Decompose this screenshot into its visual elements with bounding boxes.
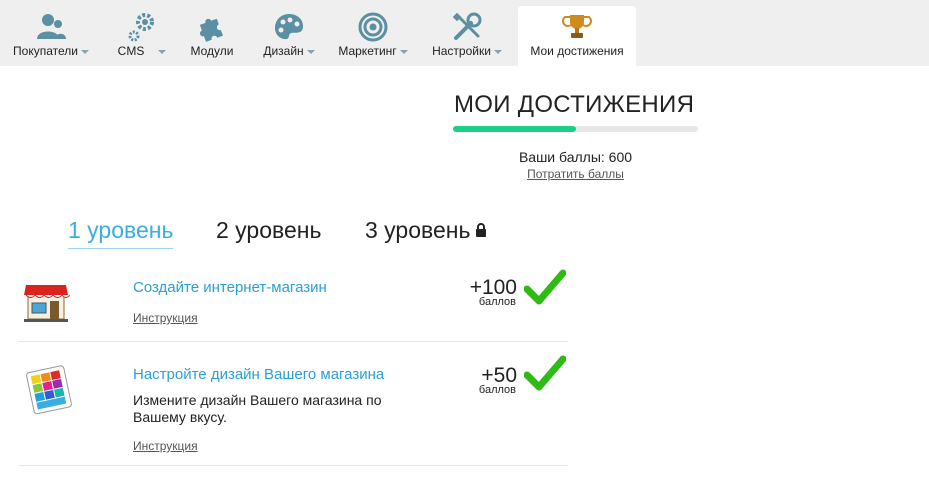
tab-level-3-label: 3 уровень <box>365 217 471 243</box>
nav-item-achievements[interactable]: Мои достижения <box>518 6 636 66</box>
spend-points-wrapper: Потратить баллы <box>453 167 698 181</box>
gears-icon <box>128 13 154 42</box>
points-balance: Ваши баллы: 600 <box>518 149 633 165</box>
nav-label: Покупатели <box>13 44 78 58</box>
task-title[interactable]: Настройте дизайн Вашего магазина <box>133 366 384 383</box>
chevron-down-icon <box>158 49 167 54</box>
instruction-link[interactable]: Инструкция <box>133 439 198 453</box>
chevron-down-icon <box>399 49 408 54</box>
chevron-down-icon <box>306 49 315 54</box>
task-title[interactable]: Создайте интернет-магазин <box>133 279 327 296</box>
color-swatch-icon <box>26 365 72 415</box>
chevron-down-icon <box>80 49 89 54</box>
task-description: Измените дизайн Вашего магазина по Вашем… <box>133 392 382 425</box>
target-icon <box>358 12 388 42</box>
nav-item-marketing[interactable]: Маркетинг <box>334 6 412 66</box>
nav-label: Маркетинг <box>338 44 397 58</box>
nav-label: CMS <box>117 44 145 58</box>
progress-fill <box>453 126 576 132</box>
instruction-link[interactable]: Инструкция <box>133 311 198 325</box>
users-icon <box>37 14 66 39</box>
trophy-icon <box>562 15 592 38</box>
page-title: МОИ ДОСТИЖЕНИЯ <box>454 91 695 118</box>
task-item: Настройте дизайн Вашего магазина Изменит… <box>18 343 568 466</box>
puzzle-icon <box>199 18 223 42</box>
palette-icon <box>275 14 303 40</box>
task-reward: +50 баллов <box>437 365 517 396</box>
tab-level-1[interactable]: 1 уровень <box>68 217 174 249</box>
nav-item-customers[interactable]: Покупатели <box>6 6 96 66</box>
nav-label: Мои достижения <box>530 44 624 58</box>
nav-label: Дизайн <box>263 44 304 58</box>
checkmark-icon <box>524 269 566 305</box>
top-nav: Покупатели CMS Модули Дизайн Маркетинг Н… <box>0 0 929 66</box>
spend-points-link[interactable]: Потратить баллы <box>527 167 624 181</box>
achievement-progress-bar <box>453 126 698 132</box>
reward-unit: баллов <box>478 384 516 396</box>
nav-item-design[interactable]: Дизайн <box>259 6 319 66</box>
shop-icon <box>24 285 70 322</box>
checkmark-icon <box>524 355 566 391</box>
tools-icon <box>452 12 482 40</box>
tab-level-2[interactable]: 2 уровень <box>216 217 321 244</box>
nav-item-cms[interactable]: CMS <box>114 6 170 66</box>
lock-icon <box>476 222 487 237</box>
nav-label: Модули <box>190 44 234 58</box>
nav-item-settings[interactable]: Настройки <box>429 6 505 66</box>
tab-level-3[interactable]: 3 уровень <box>365 217 487 244</box>
task-reward: +100 баллов <box>437 277 517 308</box>
nav-item-modules[interactable]: Модули <box>184 6 240 66</box>
chevron-down-icon <box>493 49 502 54</box>
task-item: Создайте интернет-магазин Инструкция +10… <box>18 265 568 342</box>
nav-label: Настройки <box>432 44 491 58</box>
